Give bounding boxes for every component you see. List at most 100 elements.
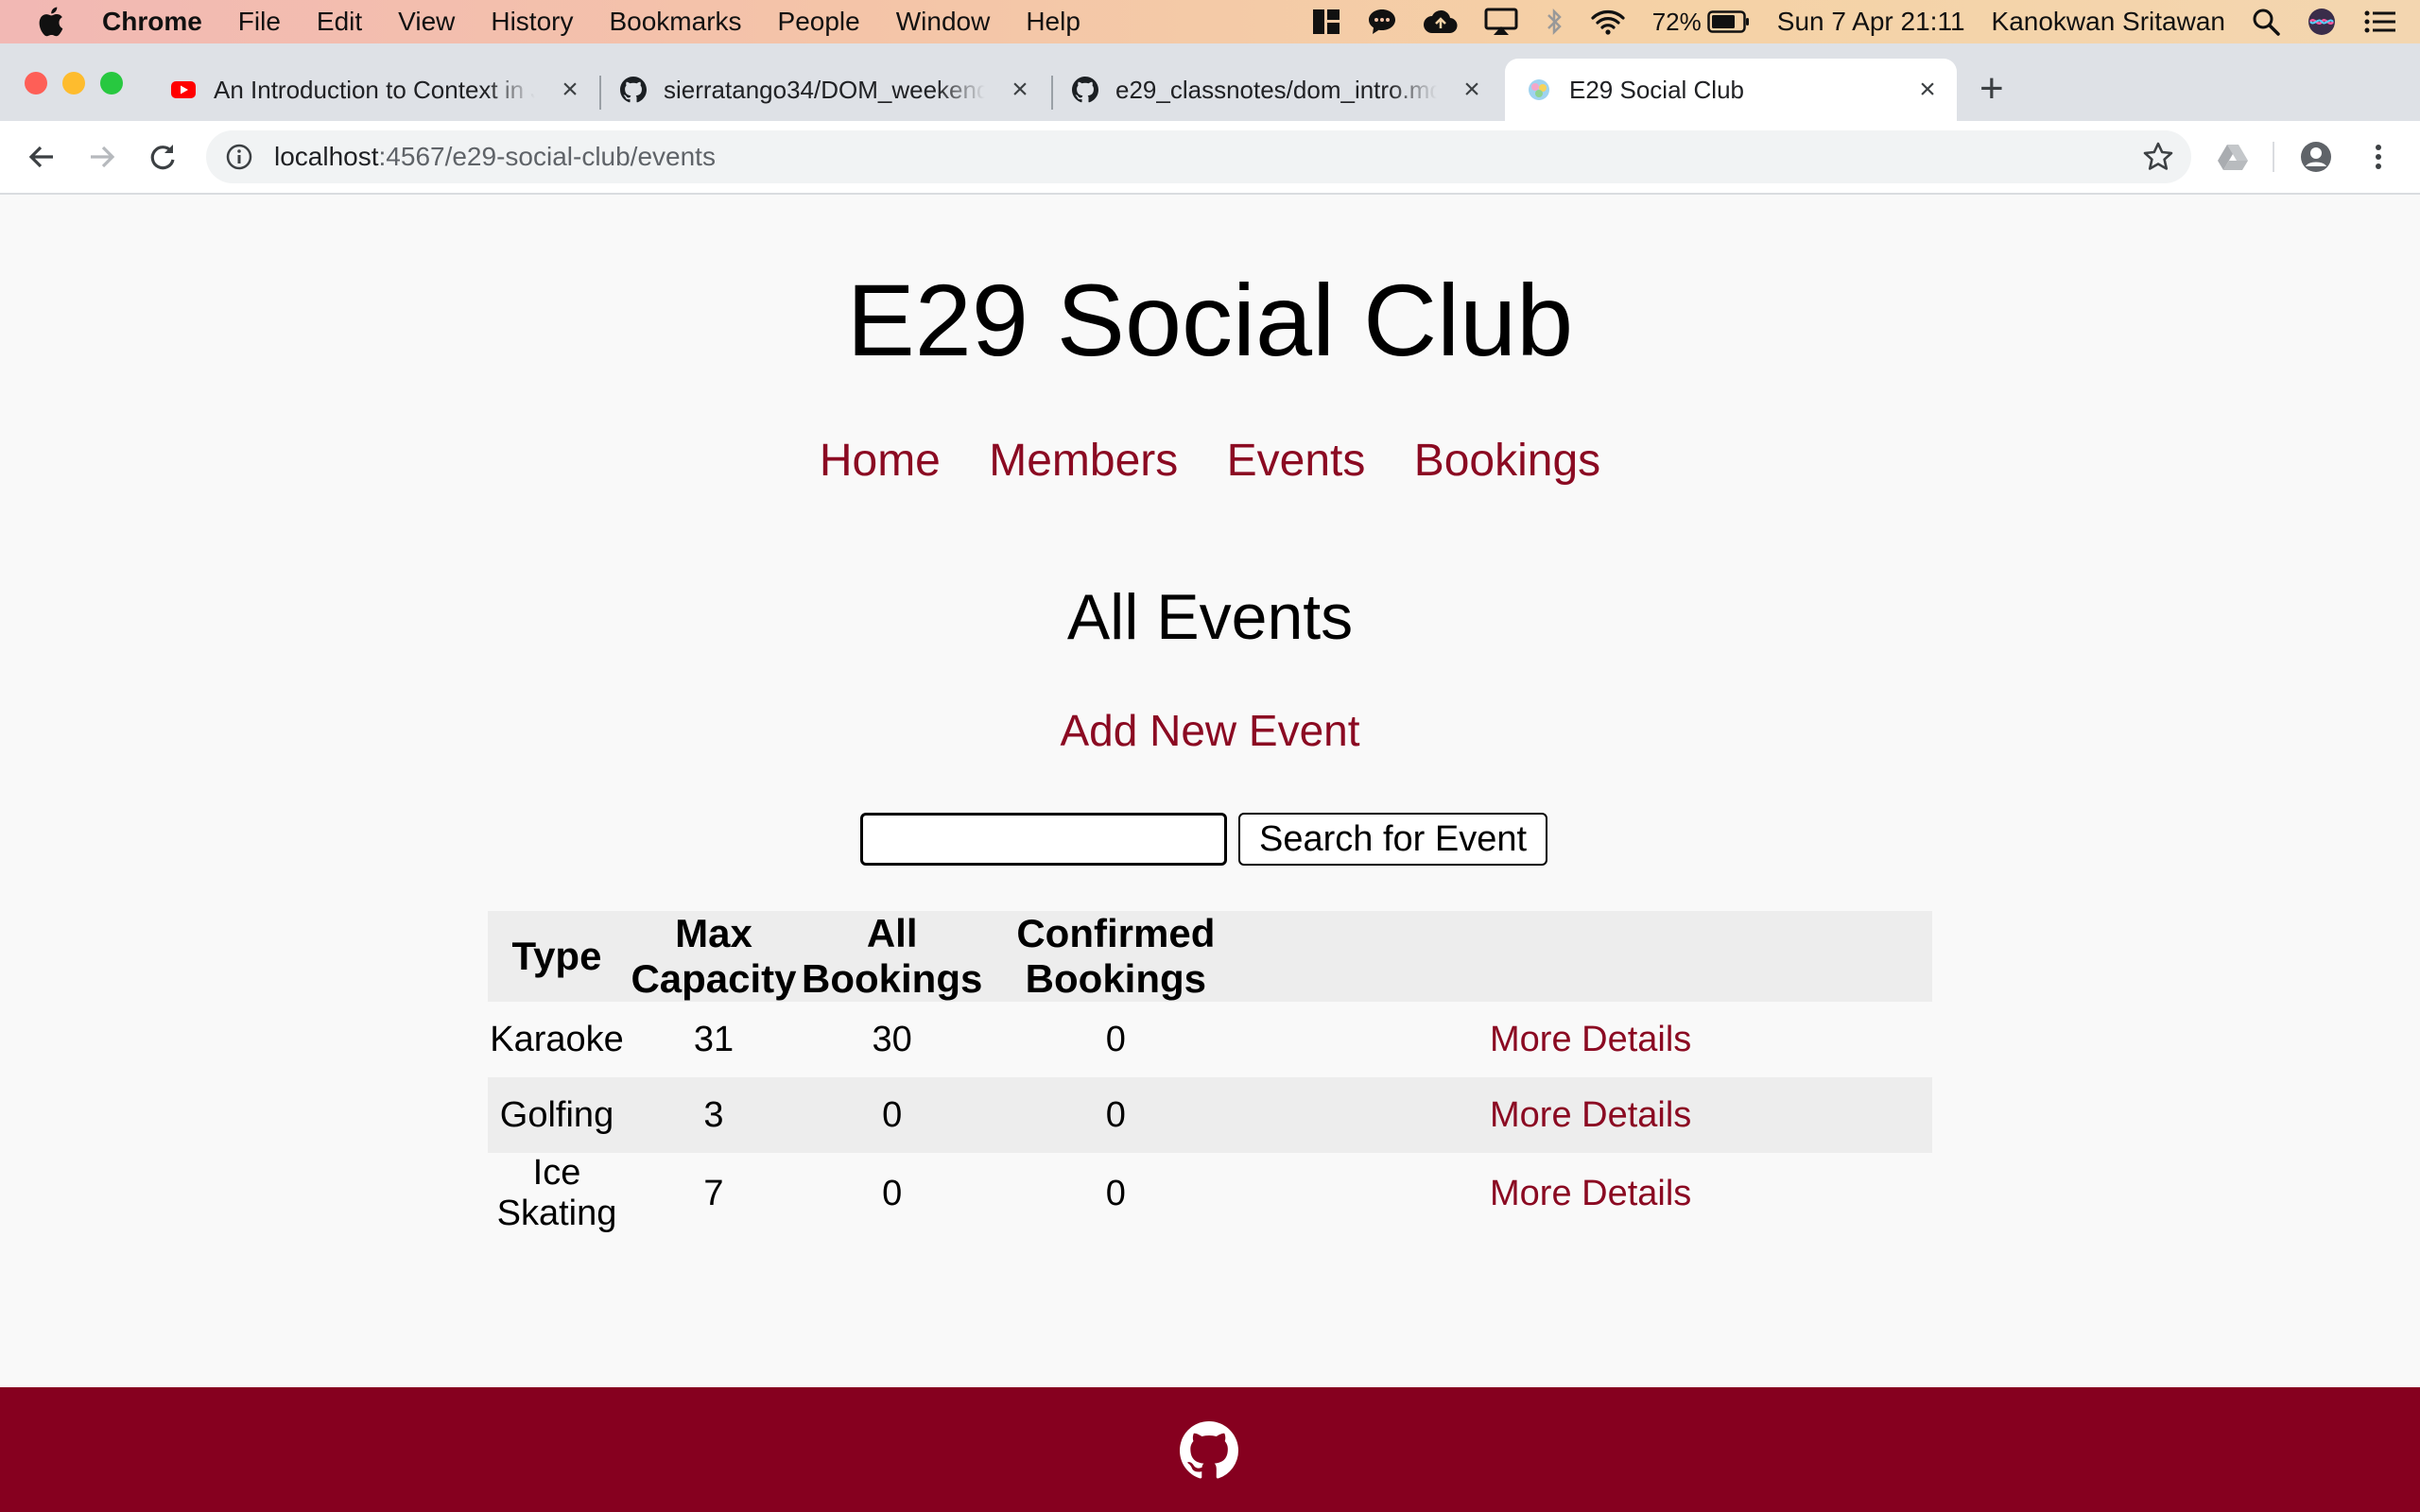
spotlight-search-icon[interactable]	[2252, 8, 2280, 36]
url-text[interactable]: localhost:4567/e29-social-club/events	[274, 142, 716, 172]
header-actions	[1249, 911, 1932, 1002]
header-max-capacity: Max Capacity	[626, 911, 802, 1002]
tab-title: e29_classnotes/dom_intro.md at master	[1115, 75, 1437, 104]
site-footer	[0, 1387, 2420, 1512]
reload-icon[interactable]	[146, 140, 180, 174]
google-drive-icon[interactable]	[2216, 140, 2250, 174]
cell-max-capacity: 7	[703, 1173, 724, 1213]
menu-bookmarks[interactable]: Bookmarks	[609, 7, 741, 37]
cloud-sync-icon[interactable]	[1423, 9, 1458, 35]
cell-confirmed-bookings: 0	[1105, 1173, 1126, 1213]
nav-home-link[interactable]: Home	[820, 436, 941, 486]
browser-tab-github-homework[interactable]: sierratango34/DOM_weekend_homework ×	[620, 59, 1032, 121]
toolbar-divider	[2273, 142, 2274, 172]
events-table: Type Max Capacity All Bookings Confirmed…	[488, 911, 1932, 1234]
cell-details: More Details	[1249, 1002, 1932, 1077]
cell-type: Golfing	[488, 1077, 626, 1153]
tab-close-icon[interactable]: ×	[558, 76, 582, 104]
tab-title: An Introduction to Context in JavaScript	[214, 75, 535, 104]
nav-members-link[interactable]: Members	[989, 436, 1178, 486]
tab-close-icon[interactable]: ×	[1008, 76, 1032, 104]
tab-divider	[599, 76, 601, 110]
section-title: All Events	[1066, 581, 1354, 653]
cell-confirmed-bookings: 0	[982, 1077, 1250, 1153]
browser-toolbar: localhost:4567/e29-social-club/events	[0, 121, 2420, 195]
window-zoom-button[interactable]	[100, 72, 123, 94]
window-minimize-button[interactable]	[62, 72, 85, 94]
cell-details: More Details	[1249, 1077, 1932, 1153]
apple-icon[interactable]	[36, 6, 64, 38]
search-for-event-button[interactable]: Search for Event	[1238, 813, 1548, 866]
bluetooth-icon[interactable]	[1545, 7, 1564, 37]
url-path: :4567/e29-social-club/events	[378, 142, 716, 171]
browser-tab-social-club[interactable]: E29 Social Club ×	[1505, 59, 1957, 121]
menu-people[interactable]: People	[778, 7, 860, 37]
os-menu-bar: Chrome File Edit View History Bookmarks …	[0, 0, 2420, 43]
bookmark-star-icon[interactable]	[2142, 141, 2174, 173]
header-type: Type	[488, 911, 626, 1002]
header-confirmed-bookings: Confirmed Bookings	[982, 911, 1250, 1002]
more-details-link[interactable]: More Details	[1490, 1020, 1691, 1059]
add-new-event-link[interactable]: Add New Event	[1060, 706, 1359, 755]
profile-avatar-icon[interactable]	[2299, 140, 2333, 174]
forward-arrow-icon[interactable]	[85, 140, 119, 174]
table-header-row: Type Max Capacity All Bookings Confirmed…	[488, 911, 1932, 1002]
menu-window[interactable]: Window	[896, 7, 991, 37]
cell-type: Karaoke	[490, 1019, 624, 1059]
site-title: E29 Social Club	[846, 263, 1574, 377]
tab-title: sierratango34/DOM_weekend_homework	[664, 75, 985, 104]
menu-app-name[interactable]: Chrome	[102, 7, 202, 37]
menu-file[interactable]: File	[238, 7, 281, 37]
table-row: Golfing 3 0 0 More Details	[488, 1077, 1932, 1153]
chat-icon[interactable]	[1367, 8, 1397, 36]
new-tab-plus-icon[interactable]: +	[1979, 68, 2004, 110]
table-row: Karaoke 31 30 0 More Details	[488, 1002, 1932, 1077]
nav-events-link[interactable]: Events	[1227, 436, 1366, 486]
github-icon	[1072, 77, 1098, 103]
event-search-input[interactable]	[860, 813, 1227, 866]
siri-icon[interactable]	[2307, 7, 2337, 37]
menu-help[interactable]: Help	[1026, 7, 1080, 37]
github-icon	[620, 77, 647, 103]
tab-title: E29 Social Club	[1569, 75, 1744, 104]
menu-clock[interactable]: Sun 7 Apr 21:11	[1777, 7, 1965, 37]
battery-percent: 72%	[1651, 7, 1702, 36]
github-icon[interactable]	[1180, 1421, 1238, 1480]
window-manager-icon[interactable]	[1312, 8, 1340, 36]
menu-user-name[interactable]: Kanokwan Sritawan	[1992, 7, 2225, 37]
battery-status[interactable]: 72%	[1652, 8, 1751, 37]
page-content: E29 Social Club Home Members Events Book…	[0, 195, 2420, 1387]
menu-edit[interactable]: Edit	[317, 7, 362, 37]
header-all-bookings: All Bookings	[802, 911, 983, 1002]
url-host: localhost	[274, 142, 379, 171]
tab-divider	[1051, 76, 1053, 110]
tab-close-icon[interactable]: ×	[1915, 76, 1940, 104]
notification-center-icon[interactable]	[2363, 9, 2397, 35]
back-arrow-icon[interactable]	[25, 140, 59, 174]
menu-view[interactable]: View	[398, 7, 455, 37]
browser-tab-github-classnotes[interactable]: e29_classnotes/dom_intro.md at master ×	[1072, 59, 1484, 121]
site-nav: Home Members Events Bookings	[0, 435, 2420, 487]
airplay-icon[interactable]	[1484, 8, 1518, 36]
address-bar[interactable]: localhost:4567/e29-social-club/events	[206, 130, 2191, 183]
cell-all-bookings: 0	[882, 1173, 903, 1213]
window-close-button[interactable]	[25, 72, 47, 94]
site-info-icon[interactable]	[225, 143, 253, 171]
kebab-menu-icon[interactable]	[2361, 140, 2395, 174]
more-details-link[interactable]: More Details	[1490, 1095, 1691, 1135]
battery-icon	[1707, 10, 1749, 33]
more-details-link[interactable]: More Details	[1490, 1174, 1691, 1213]
cell-confirmed-bookings: 0	[1105, 1019, 1126, 1059]
site-favicon-icon	[1529, 79, 1549, 100]
cell-type: Ice Skating	[496, 1153, 617, 1233]
menu-history[interactable]: History	[491, 7, 573, 37]
youtube-icon	[171, 81, 196, 98]
cell-max-capacity: 31	[693, 1019, 735, 1059]
browser-tab-youtube[interactable]: An Introduction to Context in JavaScript…	[170, 59, 582, 121]
browser-tab-strip: An Introduction to Context in JavaScript…	[0, 43, 2420, 121]
nav-bookings-link[interactable]: Bookings	[1414, 436, 1600, 486]
wifi-icon[interactable]	[1590, 8, 1626, 36]
tab-close-icon[interactable]: ×	[1460, 76, 1484, 104]
cell-max-capacity: 3	[626, 1077, 802, 1153]
cell-details: More Details	[1249, 1153, 1932, 1234]
